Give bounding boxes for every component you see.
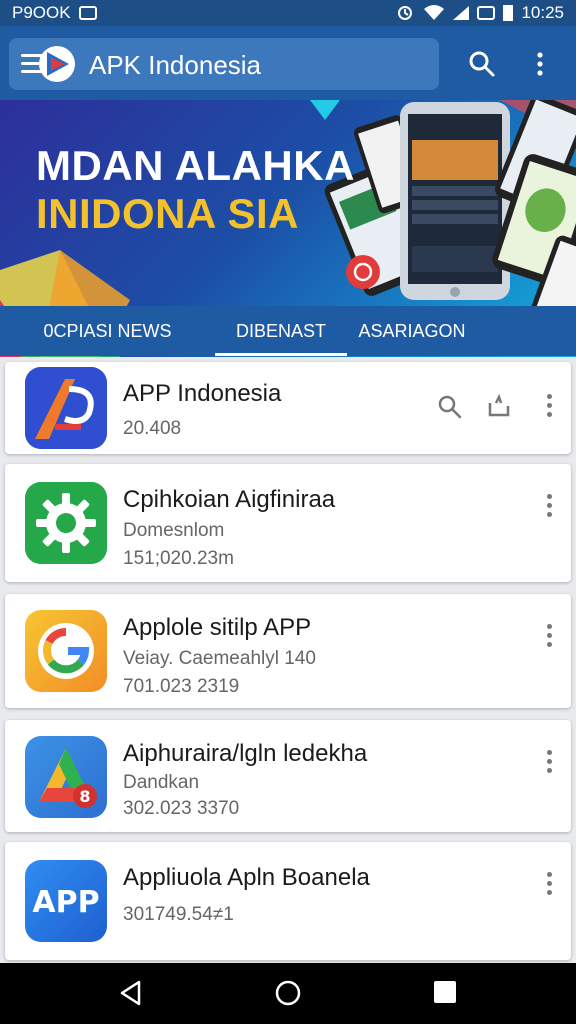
- app-text-icon: APP: [25, 860, 107, 942]
- photo-icon: [78, 6, 97, 20]
- app-name: Aiphuraira/lgln ledekha: [123, 740, 368, 767]
- app-meta: 701.023 2319: [123, 676, 240, 697]
- back-icon[interactable]: [118, 979, 144, 1007]
- app-card[interactable]: APP Indonesia 20.408: [5, 362, 571, 454]
- app-developer: Domesnlom: [123, 520, 225, 541]
- app-developer: Veiay. Caemeahlyl 140: [123, 648, 316, 669]
- app-title-pill[interactable]: APK Indonesia: [9, 38, 439, 90]
- search-icon[interactable]: [437, 394, 463, 420]
- app-card[interactable]: Applole sitilp APP Veiay. Caemeahlyl 140…: [5, 594, 571, 708]
- app-meta: 302.023 3370: [123, 798, 240, 819]
- drive-icon: 8: [25, 736, 107, 818]
- signal-icon: [453, 6, 470, 20]
- app-developer: Dandkan: [123, 772, 200, 793]
- recents-icon[interactable]: [432, 979, 458, 1005]
- search-icon[interactable]: [468, 50, 496, 78]
- app-name: Appliuola Apln Boanela: [123, 864, 370, 891]
- app-name: APP Indonesia: [123, 380, 282, 407]
- svg-text:APP: APP: [32, 885, 99, 920]
- app-title: APK Indonesia: [89, 50, 262, 80]
- tab-asariagon[interactable]: ASARIAGON: [347, 306, 477, 356]
- tab-news[interactable]: 0CPIASI NEWS: [0, 306, 215, 356]
- status-time: 10:25: [521, 3, 564, 22]
- wifi-icon: [424, 5, 445, 20]
- app-meta: 301749.54≠1: [123, 904, 234, 925]
- nfc-icon: [477, 6, 496, 20]
- app-list: APP Indonesia 20.408 Cpihkoian Aigfinirа…: [0, 357, 576, 963]
- share-icon[interactable]: [487, 394, 511, 418]
- more-vert-icon[interactable]: [545, 872, 553, 898]
- banner-headline: MDAN ALAHKA: [36, 142, 355, 189]
- more-vert-icon[interactable]: [526, 50, 554, 78]
- app-bar: APK Indonesia: [0, 26, 576, 100]
- svg-text:8: 8: [79, 787, 90, 806]
- status-left-text: P9OOK: [12, 3, 71, 22]
- ap-logo-icon: [25, 367, 107, 449]
- app-name: Cpihkoian Aigfinirаa: [123, 486, 336, 513]
- more-vert-icon[interactable]: [545, 624, 553, 650]
- tab-dibenast[interactable]: DIBENAST: [215, 306, 347, 356]
- more-vert-icon[interactable]: [545, 394, 553, 420]
- app-meta: 151;020.23m: [123, 548, 234, 569]
- battery-icon: [503, 5, 514, 21]
- system-nav-bar: [0, 963, 576, 1024]
- category-tabs: 0CPIASI NEWS DIBENAST ASARIAGON: [0, 306, 576, 356]
- app-name: Applole sitilp APP: [123, 614, 312, 641]
- alarm-icon: [398, 6, 413, 20]
- app-card[interactable]: 8 Aiphuraira/lgln ledekha Dandkan 302.02…: [5, 720, 571, 832]
- google-g-icon: [25, 610, 107, 692]
- app-card[interactable]: APP Appliuola Apln Boanela 301749.54≠1: [5, 842, 571, 960]
- gear-icon: [25, 482, 107, 564]
- app-logo-icon: [39, 46, 75, 82]
- app-meta: 20.408: [123, 418, 182, 439]
- home-icon[interactable]: [274, 979, 302, 1007]
- more-vert-icon[interactable]: [545, 750, 553, 776]
- status-bar: P9OOK 10:25: [0, 0, 576, 26]
- app-card[interactable]: Cpihkoian Aigfinirаa Domesnlom 151;020.2…: [5, 464, 571, 582]
- status-left: P9OOK: [12, 3, 97, 23]
- more-vert-icon[interactable]: [545, 494, 553, 520]
- status-right: 10:25: [395, 3, 564, 23]
- banner-subheadline: INIDONA SIA: [36, 190, 299, 237]
